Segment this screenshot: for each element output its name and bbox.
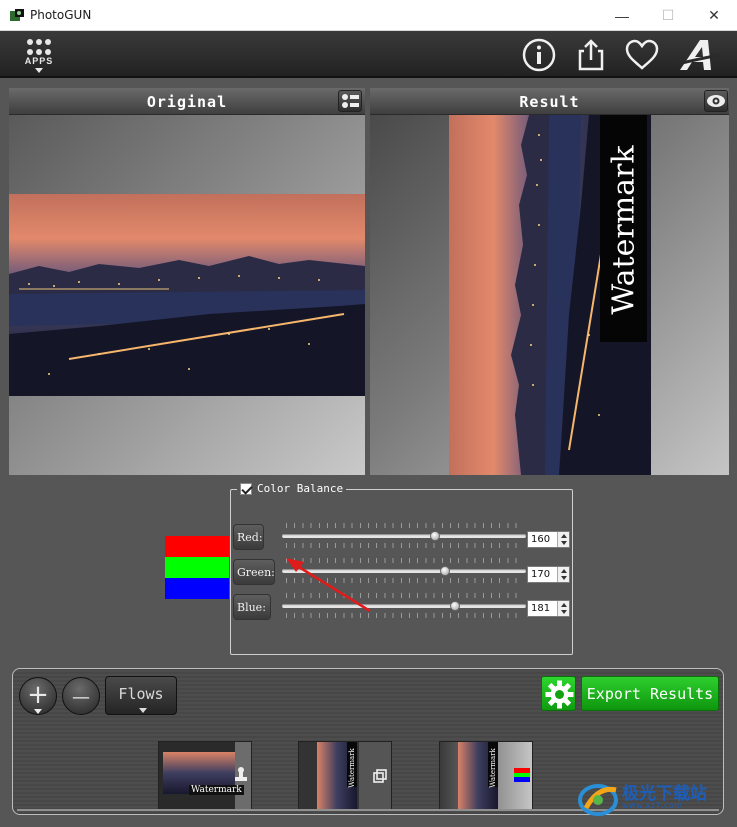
toggle-list-icon [342, 94, 359, 108]
green-spin-arrows-icon[interactable] [557, 567, 569, 582]
flow-thumb-caption: Watermark [489, 748, 497, 788]
title-bar: PhotoGUN — ☐ ✕ [0, 0, 737, 31]
red-spinbox[interactable]: 160 [527, 531, 570, 548]
flow-thumb-caption: Watermark [348, 748, 356, 788]
green-spinbox[interactable]: 170 [527, 566, 570, 583]
green-slider-thumb[interactable] [440, 566, 450, 576]
red-slider-thumb[interactable] [430, 531, 440, 541]
apps-grid-icon [27, 39, 51, 55]
heart-icon[interactable] [624, 37, 660, 73]
flows-dropdown-button[interactable]: Flows [105, 676, 177, 715]
original-options-button[interactable] [338, 90, 362, 112]
flow-step-color-balance[interactable]: Watermark [439, 741, 533, 810]
blue-spin-arrows-icon[interactable] [557, 601, 569, 616]
result-preview-button[interactable] [704, 90, 728, 112]
plus-icon: + [27, 680, 49, 710]
original-title: Original [146, 93, 228, 111]
green-channel-label[interactable]: Green: [233, 559, 275, 585]
swatch-green [165, 557, 229, 578]
export-results-button[interactable]: Export Results [581, 676, 719, 711]
site-logo-url: www.xz7.com [622, 801, 683, 810]
green-value: 170 [531, 569, 551, 580]
result-photo: Watermark [449, 115, 651, 475]
main-toolbar: APPS [0, 31, 737, 78]
apps-caret-icon [35, 68, 43, 73]
share-icon[interactable] [573, 37, 609, 73]
original-preview[interactable] [9, 115, 365, 475]
blue-value: 181 [531, 603, 551, 614]
remove-flow-button[interactable]: — [62, 677, 100, 715]
info-icon[interactable] [521, 37, 557, 73]
flows-caret-icon [139, 708, 147, 713]
swatch-blue [165, 578, 229, 599]
original-panel-header: Original [9, 88, 365, 115]
red-channel-label[interactable]: Red: [233, 524, 264, 550]
blue-slider-thumb[interactable] [450, 601, 460, 611]
apps-button[interactable]: APPS [20, 39, 58, 73]
flow-step-watermark[interactable]: Watermark [158, 741, 252, 810]
result-watermark-text: Watermark [606, 145, 642, 315]
blue-channel-label[interactable]: Blue: [233, 594, 271, 620]
crop-icon [373, 769, 387, 783]
gear-icon [545, 680, 574, 709]
annotation-arrow-icon [286, 558, 371, 613]
minimize-button[interactable]: — [599, 0, 645, 31]
color-balance-checkbox[interactable] [240, 482, 252, 495]
stamp-icon [235, 767, 247, 781]
color-balance-legend: Color Balance [237, 482, 347, 495]
result-panel-header: Result [370, 88, 729, 115]
red-value: 160 [531, 534, 551, 545]
photogun-logo-icon [10, 9, 24, 21]
color-balance-icon [514, 768, 530, 782]
app-body: APPS Original Result Watermark Color Bal… [0, 31, 737, 827]
maximize-button[interactable]: ☐ [645, 0, 691, 31]
add-caret-icon[interactable] [34, 709, 42, 714]
window-title: PhotoGUN [30, 8, 92, 22]
site-logo: 极光下载站 www.xz7.com [578, 776, 728, 822]
red-spin-arrows-icon[interactable] [557, 532, 569, 547]
result-preview[interactable]: Watermark [370, 115, 729, 475]
color-balance-title: Color Balance [257, 482, 344, 495]
minus-icon: — [72, 687, 90, 708]
close-button[interactable]: ✕ [691, 0, 737, 31]
font-a-icon[interactable] [678, 37, 720, 73]
flow-step-crop[interactable]: Watermark [298, 741, 392, 810]
original-photo [9, 194, 365, 396]
site-logo-icon [578, 784, 618, 816]
eye-icon [707, 95, 725, 107]
settings-button[interactable] [541, 676, 576, 711]
swatch-red [165, 536, 229, 557]
apps-label: APPS [24, 56, 54, 66]
result-title: Result [519, 93, 580, 111]
blue-spinbox[interactable]: 181 [527, 600, 570, 617]
flow-thumb-caption: Watermark [189, 785, 244, 795]
flows-label: Flows [118, 685, 164, 703]
watermark-band: Watermark [600, 115, 647, 342]
